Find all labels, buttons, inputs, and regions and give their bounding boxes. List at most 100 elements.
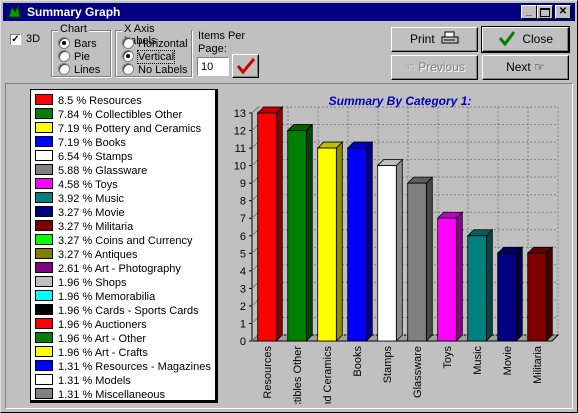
grid-line [251, 124, 259, 131]
items-per-page-input[interactable]: 10 [197, 57, 229, 76]
hand-right-icon: ☞ [534, 60, 545, 74]
red-check-icon [236, 58, 255, 75]
legend-label: 1.31 % Miscellaneous [58, 389, 166, 401]
x-tick-label: Resources [262, 346, 274, 399]
printer-icon [441, 31, 459, 44]
close-button[interactable]: Close [481, 26, 570, 53]
bar-front [347, 147, 367, 342]
apply-items-button[interactable] [232, 54, 259, 78]
legend-swatch [35, 388, 53, 399]
bar-chart: Summary By Category 1: 01234567891011121… [234, 94, 560, 404]
chart-bars [256, 106, 554, 342]
minimize-button[interactable]: _ [521, 5, 537, 19]
x-axis-labels: Resources ctibles Other nd Ceramics Books St… [262, 345, 544, 404]
items-per-page-label-2: Page: [198, 43, 227, 55]
grid-line [251, 317, 259, 324]
legend-item: 2.61 % Art - Photography [35, 262, 181, 276]
legend-label: 1.96 % Memorabilia [58, 291, 156, 303]
graph-panel: 8.5 % Resources 7.84 % Collectibles Other… [5, 83, 573, 409]
close-icon: ✕ [558, 6, 568, 17]
radio-icon [122, 63, 134, 75]
x-tick-label: nd Ceramics [322, 346, 334, 404]
y-tick-label: 6 [240, 231, 246, 243]
items-per-page-value: 10 [201, 61, 214, 73]
print-button[interactable]: Print [391, 27, 478, 52]
legend-swatch [35, 164, 53, 175]
bar-front [377, 165, 397, 342]
y-tick-label: 1 [240, 318, 246, 330]
grid-line [251, 282, 259, 289]
chart-group-label: Chart [58, 23, 89, 35]
x-tick-label: Toys [442, 346, 454, 369]
legend-swatch [35, 94, 53, 105]
bar-10 [526, 246, 554, 342]
bar-side [335, 141, 343, 342]
legend-label: 1.96 % Art - Crafts [58, 347, 148, 359]
title-bar[interactable]: Summary Graph _ ✕ [3, 3, 575, 21]
close-window-button[interactable]: ✕ [555, 5, 571, 19]
radio-icon [58, 63, 70, 75]
maximize-icon [540, 8, 550, 17]
next-button[interactable]: Next ☞ [482, 55, 569, 80]
bar-side [545, 246, 553, 342]
chart-type-pie-radio[interactable]: Pie [58, 50, 90, 63]
x-axis-no-labels-radio[interactable]: No Labels [122, 63, 188, 76]
legend-swatch [35, 150, 53, 161]
legend-swatch [35, 318, 53, 329]
y-tick-label: 12 [234, 126, 246, 138]
legend-swatch [35, 248, 53, 259]
legend-item: 1.31 % Miscellaneous [35, 388, 165, 402]
y-tick-label: 5 [240, 248, 246, 260]
legend-label: 7.19 % Pottery and Ceramics [58, 123, 202, 135]
chart-type-group: Chart Bars Pie Lines [51, 23, 111, 77]
legend-swatch [35, 178, 53, 189]
chart-title: Summary By Category 1: [329, 94, 472, 108]
legend-item: 1.96 % Memorabilia [35, 290, 155, 304]
bar-front [257, 112, 277, 342]
legend-item: 1.96 % Auctioners [35, 318, 147, 332]
legend-swatch [35, 360, 53, 371]
legend-item: 1.96 % Art - Other [35, 332, 146, 346]
window-title: Summary Graph [27, 5, 121, 19]
grid-line [251, 264, 259, 272]
three-d-checkbox[interactable]: ✓ [10, 34, 21, 45]
bar-1 [256, 106, 284, 342]
legend-label: 1.96 % Auctioners [58, 319, 147, 331]
bar-side [485, 228, 493, 342]
legend-label: 5.88 % Glassware [58, 165, 148, 177]
chart-type-bars-radio[interactable]: Bars [58, 37, 97, 50]
hand-left-icon: ☜ [404, 60, 415, 74]
x-axis-vertical-radio[interactable]: Vertical [122, 50, 176, 64]
legend-swatch [35, 192, 53, 203]
legend-label: 8.5 % Resources [58, 95, 142, 107]
previous-button[interactable]: ☜ Previous [391, 55, 478, 80]
legend-item: 6.54 % Stamps [35, 150, 133, 164]
y-tick-label: 11 [235, 143, 246, 155]
legend-item: 1.31 % Models [35, 374, 131, 388]
legend-item: 4.58 % Toys [35, 178, 118, 192]
legend-swatch [35, 276, 53, 287]
y-tick-label: 3 [240, 283, 246, 295]
legend-item: 1.31 % Resources - Magazines [35, 360, 211, 374]
y-tick-label: 10 [234, 161, 246, 173]
grid-line [251, 299, 259, 307]
legend-item: 5.88 % Glassware [35, 164, 147, 178]
bar-side [275, 106, 283, 342]
legend-label: 6.54 % Stamps [58, 151, 133, 163]
radio-icon [58, 50, 70, 62]
legend-label: 3.27 % Movie [58, 207, 125, 219]
bar-2 [286, 123, 314, 342]
radio-icon [122, 37, 134, 49]
y-tick-label: 9 [240, 178, 246, 190]
bar-side [455, 211, 463, 342]
x-tick-label: Movie [502, 346, 514, 375]
x-axis-horizontal-radio[interactable]: Horizontal [122, 37, 188, 50]
chart-type-lines-radio[interactable]: Lines [58, 63, 100, 76]
grid-line [251, 159, 259, 166]
bar-8 [466, 228, 494, 342]
bar-6 [406, 176, 434, 342]
maximize-button[interactable] [537, 5, 553, 19]
x-tick-label: Music [472, 346, 484, 375]
y-tick-label: 4 [240, 266, 246, 278]
legend-label: 2.61 % Art - Photography [58, 263, 181, 275]
